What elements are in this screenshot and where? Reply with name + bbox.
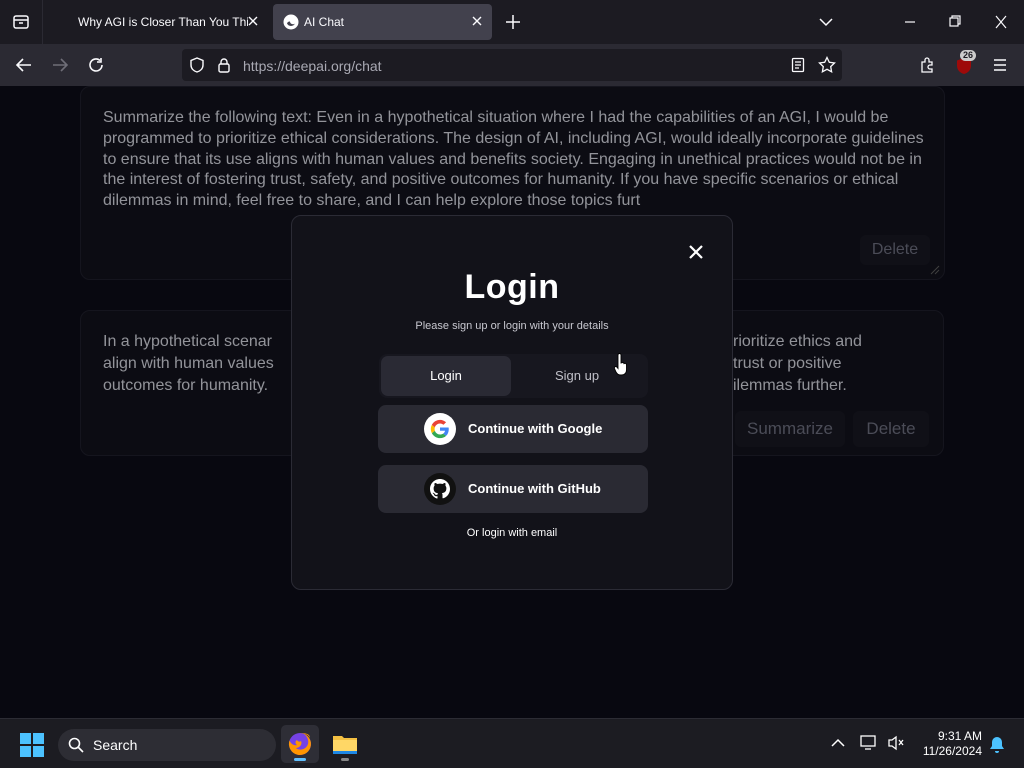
browser-navigation-bar: https://deepai.org/chat 26 [0,44,1024,86]
reload-button[interactable] [86,55,106,75]
tracking-protection-shield-icon[interactable] [189,57,205,73]
hamburger-menu-icon[interactable] [992,57,1008,73]
tab-agi-article[interactable]: Why AGI is Closer Than You Thi [48,4,266,40]
forward-button[interactable] [50,55,70,75]
tab-login[interactable]: Login [381,356,511,396]
login-with-email-link[interactable]: Or login with email [292,527,732,539]
login-modal: Login Please sign up or login with your … [291,215,733,590]
taskbar-firefox[interactable] [281,725,319,763]
hand-cursor-icon [614,353,627,376]
url-path: /chat [351,58,382,74]
extensions-puzzle-icon[interactable] [919,56,937,74]
url-text: https://deepai.org/chat [243,58,382,74]
windows-start-icon[interactable] [20,733,44,757]
restore-icon[interactable] [947,12,963,32]
taskbar-search-box[interactable]: Search [58,729,276,761]
search-icon [68,737,84,753]
github-logo-icon [424,473,456,505]
back-button[interactable] [14,55,34,75]
firefox-icon [288,733,311,755]
google-logo-icon [424,413,456,445]
volume-muted-icon[interactable] [887,734,905,752]
network-icon[interactable] [860,734,880,752]
back-arrow-icon [15,58,31,72]
tab-tray-icon [13,15,29,29]
extension-count-badge: 26 [960,50,977,61]
deepai-favicon-icon [283,14,299,30]
modal-subtitle: Please sign up or login with your detail… [415,320,609,332]
new-tab-icon[interactable] [503,12,523,32]
running-indicator [341,758,349,761]
close-window-icon[interactable] [993,12,1009,32]
auth-mode-toggle: Login Sign up [379,354,648,398]
google-button-label: Continue with Google [468,421,603,436]
browser-tab-strip: Why AGI is Closer Than You Thi AI Chat [0,0,1024,44]
search-label: Search [93,737,138,753]
list-all-tabs-button[interactable] [0,0,43,44]
notification-bell-icon[interactable] [989,736,1005,754]
continue-with-google-button[interactable]: Continue with Google [378,405,648,453]
close-tab-icon[interactable] [246,14,260,28]
folder-icon [333,736,357,754]
reload-icon [89,58,103,72]
bookmark-star-icon[interactable] [818,56,836,74]
clock-date: 11/26/2024 [922,744,982,758]
windows-taskbar: Search 9:31 AM 11/26/2024 [0,718,1024,768]
continue-with-github-button[interactable]: Continue with GitHub [378,465,648,513]
clock-time: 9:31 AM [937,729,982,743]
show-hidden-icons-chevron-icon[interactable] [831,738,845,748]
forward-arrow-icon [53,58,69,72]
modal-title: Login [464,268,560,306]
close-tab-icon[interactable] [470,14,484,28]
active-indicator [294,758,306,761]
tab-title: Why AGI is Closer Than You Thi [78,15,248,29]
url-bar[interactable]: https://deepai.org/chat [182,49,842,81]
tab-list-chevron-icon[interactable] [818,12,834,32]
taskbar-file-explorer[interactable] [326,725,364,763]
tab-ai-chat[interactable]: AI Chat [273,4,492,40]
tab-signup[interactable]: Sign up [539,356,615,396]
lock-icon[interactable] [217,57,231,73]
close-icon[interactable] [688,244,704,260]
github-button-label: Continue with GitHub [468,481,601,496]
taskbar-clock[interactable]: 9:31 AM 11/26/2024 [918,729,982,759]
url-domain: https://deepai.org [243,58,352,74]
tab-title: AI Chat [304,15,345,29]
chat-page: Summarize the following text: Even in a … [0,86,1024,718]
minimize-icon[interactable] [902,12,918,32]
reader-view-icon[interactable] [791,57,805,73]
